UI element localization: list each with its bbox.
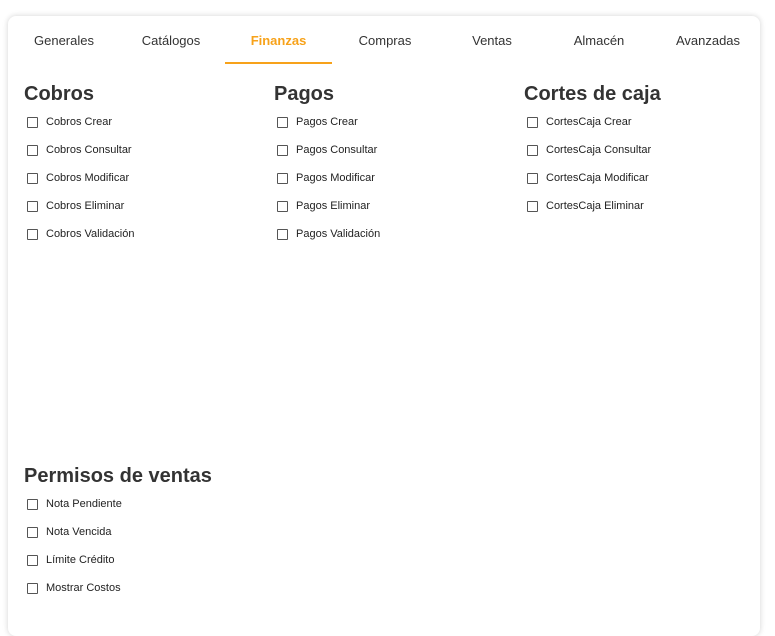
tab-compras[interactable]: Compras: [345, 28, 425, 64]
permission-cortescaja-modificar[interactable]: CortesCaja Modificar: [524, 164, 661, 192]
tab-almacen[interactable]: Almacén: [559, 28, 639, 64]
permission-cobros-validacion[interactable]: Cobros Validación: [24, 220, 134, 248]
tab-ventas[interactable]: Ventas: [456, 28, 528, 64]
checkbox[interactable]: [527, 116, 538, 128]
section-title-cortes: Cortes de caja: [524, 83, 661, 105]
tab-finanzas[interactable]: Finanzas: [225, 28, 332, 64]
checkbox[interactable]: [527, 144, 538, 156]
permission-cobros-consultar[interactable]: Cobros Consultar: [24, 136, 134, 164]
permission-nota-pendiente[interactable]: Nota Pendiente: [24, 490, 212, 518]
permission-pagos-modificar[interactable]: Pagos Modificar: [274, 164, 380, 192]
checkbox[interactable]: [27, 228, 38, 240]
permission-cortescaja-eliminar[interactable]: CortesCaja Eliminar: [524, 192, 661, 220]
permission-limite-credito[interactable]: Límite Crédito: [24, 546, 212, 574]
permission-label: Límite Crédito: [46, 554, 115, 566]
tab-catalogos[interactable]: Catálogos: [132, 28, 210, 64]
permission-label: Cobros Consultar: [46, 144, 132, 156]
checkbox[interactable]: [27, 116, 38, 128]
section-title-cobros: Cobros: [24, 83, 94, 105]
checkbox[interactable]: [277, 116, 288, 128]
checkbox[interactable]: [27, 200, 38, 212]
tab-generales[interactable]: Generales: [25, 28, 103, 64]
permission-label: Pagos Validación: [296, 228, 381, 240]
permission-label: Cobros Eliminar: [46, 200, 125, 212]
permission-cobros-eliminar[interactable]: Cobros Eliminar: [24, 192, 134, 220]
permission-label: Pagos Modificar: [296, 172, 375, 184]
checkbox[interactable]: [277, 144, 288, 156]
tab-bar: Generales Catálogos Finanzas Compras Ven…: [8, 16, 760, 66]
checkbox[interactable]: [527, 172, 538, 184]
checkbox[interactable]: [527, 200, 538, 212]
permission-label: Pagos Eliminar: [296, 200, 370, 212]
permission-cortescaja-consultar[interactable]: CortesCaja Consultar: [524, 136, 661, 164]
permission-cortescaja-crear[interactable]: CortesCaja Crear: [524, 108, 661, 136]
permission-label: Pagos Crear: [296, 116, 358, 128]
section-cortes-de-caja: Cortes de caja CortesCaja Crear CortesCa…: [524, 80, 661, 220]
permission-cobros-crear[interactable]: Cobros Crear: [24, 108, 134, 136]
permissions-panel: Generales Catálogos Finanzas Compras Ven…: [8, 16, 760, 636]
checkbox[interactable]: [27, 498, 38, 510]
permission-mostrar-costos[interactable]: Mostrar Costos: [24, 574, 212, 602]
permission-nota-vencida[interactable]: Nota Vencida: [24, 518, 212, 546]
tab-avanzadas[interactable]: Avanzadas: [668, 28, 748, 64]
checkbox[interactable]: [277, 228, 288, 240]
checkbox[interactable]: [277, 172, 288, 184]
permission-pagos-eliminar[interactable]: Pagos Eliminar: [274, 192, 380, 220]
section-pagos: Pagos Pagos Crear Pagos Consultar Pagos …: [274, 80, 380, 248]
permission-label: CortesCaja Modificar: [546, 172, 649, 184]
checkbox[interactable]: [27, 172, 38, 184]
permission-label: Cobros Crear: [46, 116, 113, 128]
section-cobros: Cobros Cobros Crear Cobros Consultar Cob…: [24, 80, 134, 248]
permission-pagos-validacion[interactable]: Pagos Validación: [274, 220, 380, 248]
permission-cobros-modificar[interactable]: Cobros Modificar: [24, 164, 134, 192]
checkbox[interactable]: [27, 554, 38, 566]
permission-label: Cobros Validación: [46, 228, 135, 240]
permission-label: Nota Vencida: [46, 526, 112, 538]
checkbox[interactable]: [277, 200, 288, 212]
permission-label: Nota Pendiente: [46, 498, 122, 510]
permission-label: Mostrar Costos: [46, 582, 121, 594]
section-permisos-de-ventas: Permisos de ventas Nota Pendiente Nota V…: [24, 462, 212, 602]
permission-label: CortesCaja Crear: [546, 116, 632, 128]
section-title-ventas: Permisos de ventas: [24, 465, 212, 487]
permission-pagos-crear[interactable]: Pagos Crear: [274, 108, 380, 136]
permission-label: CortesCaja Consultar: [546, 144, 652, 156]
permission-pagos-consultar[interactable]: Pagos Consultar: [274, 136, 380, 164]
section-title-pagos: Pagos: [274, 83, 335, 105]
checkbox[interactable]: [27, 526, 38, 538]
checkbox[interactable]: [27, 582, 38, 594]
permission-label: Cobros Modificar: [46, 172, 130, 184]
permission-label: Pagos Consultar: [296, 144, 378, 156]
permission-label: CortesCaja Eliminar: [546, 200, 644, 212]
checkbox[interactable]: [27, 144, 38, 156]
